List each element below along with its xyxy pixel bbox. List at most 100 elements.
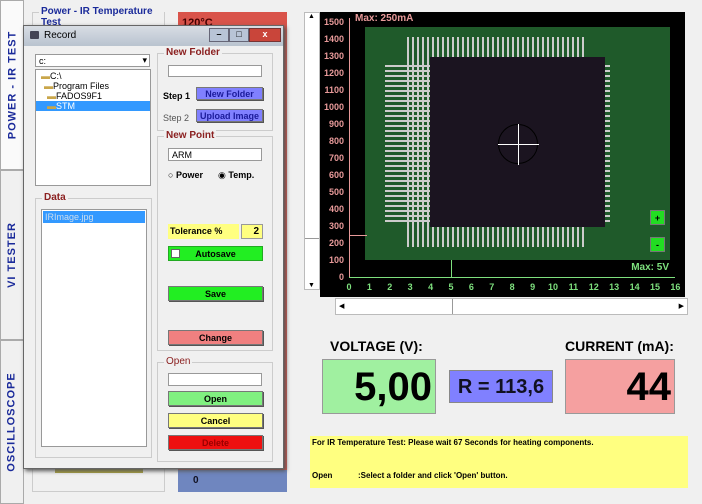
x-tick-label: 0 [346,282,352,292]
drive-value: c: [39,56,47,66]
y-tick-label: 100 [328,255,344,265]
current-label: CURRENT (mA): [565,338,674,354]
resistance-value: R = 113,6 [449,370,553,403]
x-axis [349,277,675,278]
record-dialog: Record – □ x c: ▾ ▬C:\ ▬Program Files ▬FA… [23,25,284,469]
blue-value: 0 [193,475,199,486]
x-tick-label: 13 [609,282,620,292]
save-button[interactable]: Save [168,286,263,301]
drive-select[interactable]: c: ▾ [35,54,150,67]
y-tick-label: 1500 [323,17,344,27]
data-list[interactable]: IRImage.jpg [41,209,147,447]
cancel-button[interactable]: Cancel [168,413,263,428]
tree-label: FADOS9F1 [56,91,103,101]
step1-label: Step 1 [163,91,191,101]
open-input[interactable] [168,373,262,386]
current-marker [349,234,367,236]
message-line: For IR Temperature Test: Please wait 67 … [312,438,594,447]
tab-oscilloscope[interactable]: OSCILLOSCOPE [0,340,24,504]
blue-value-box: 0 [178,470,287,492]
voltage-marker [451,260,452,277]
change-button[interactable]: Change [168,330,263,345]
scroll-thumb[interactable] [305,238,319,239]
new-folder-button[interactable]: New Folder [196,87,263,100]
tree-item-selected[interactable]: ▬STM [36,101,150,111]
x-tick-label: 7 [489,282,495,292]
radio-label: Power [175,170,203,180]
tree-label: C:\ [50,71,62,81]
window-icon [30,31,39,39]
tab-label: POWER - IR TEST [6,30,18,140]
y-tick-label: 0 [338,272,344,282]
x-tick-label: 15 [649,282,660,292]
x-tick-label: 8 [509,282,515,292]
maximize-button[interactable]: □ [229,28,249,42]
chevron-down-icon: ▾ [142,55,147,65]
zoom-out-button[interactable]: - [650,237,665,252]
upload-image-button[interactable]: Upload Image [196,109,263,122]
autosave-label: Autosave [195,248,236,259]
close-button[interactable]: x [249,28,281,42]
tree-item[interactable]: ▬Program Files [39,81,147,91]
new-folder-input[interactable] [168,65,262,77]
point-name-input[interactable]: ARM [168,148,262,161]
folder-icon: ▬ [47,91,56,101]
folder-icon: ▬ [47,101,56,111]
vertical-scrollbar[interactable]: ▲ ▼ [304,12,320,290]
y-tick-label: 200 [328,238,344,248]
radio-power[interactable]: ○ Power [168,170,203,180]
voltage-label: VOLTAGE (V): [330,338,423,354]
new-folder-group: New Folder Step 1 New Folder Step 2 Uplo… [157,47,273,131]
horizontal-scrollbar[interactable]: ◀ ▶ [335,298,688,315]
y-tick-label: 300 [328,221,344,231]
tolerance-input[interactable]: 2 [241,224,263,239]
scroll-up-icon[interactable]: ▲ [308,13,315,20]
x-tick-label: 12 [588,282,599,292]
scroll-down-icon[interactable]: ▼ [308,282,315,289]
tab-vi-tester[interactable]: VI TESTER [0,170,24,340]
x-tick-label: 1 [366,282,372,292]
tab-label: OSCILLOSCOPE [6,372,18,472]
x-tick-label: 10 [547,282,558,292]
folder-icon: ▬ [44,81,53,91]
x-tick-label: 16 [670,282,681,292]
checkbox-icon [171,249,180,258]
tree-item[interactable]: ▬C:\ [39,71,147,81]
open-group: Open Open Cancel Delete [157,356,273,462]
y-tick-label: 600 [328,170,344,180]
scroll-right-icon[interactable]: ▶ [679,302,684,310]
crosshair-v [518,124,519,165]
x-tick-label: 9 [530,282,536,292]
group-title: New Point [164,130,217,141]
delete-button[interactable]: Delete [168,435,263,450]
y-tick-label: 1300 [323,51,344,61]
scroll-left-icon[interactable]: ◀ [339,302,344,310]
radio-temp[interactable]: ◉ Temp. [218,170,254,181]
y-tick-label: 900 [328,119,344,129]
tree-item[interactable]: ▬FADOS9F1 [39,91,147,101]
y-tick-label: 1400 [323,34,344,44]
tree-label: Program Files [53,81,110,91]
minimize-button[interactable]: – [209,28,229,42]
scroll-thumb[interactable] [346,299,453,314]
tab-power-ir-test[interactable]: POWER - IR TEST [0,0,24,170]
list-item[interactable]: IRImage.jpg [43,211,145,223]
y-axis [349,18,350,278]
folder-icon: ▬ [41,71,50,81]
radio-label: Temp. [228,170,255,180]
open-button[interactable]: Open [168,391,263,406]
folder-tree[interactable]: ▬C:\ ▬Program Files ▬FADOS9F1 ▬STM [35,69,151,186]
x-tick-label: 4 [428,282,434,292]
autosave-checkbox[interactable]: Autosave [168,246,263,261]
group-title: Open [164,356,193,367]
x-tick-label: 6 [468,282,474,292]
zoom-in-button[interactable]: + [650,210,665,225]
dialog-title: Record [44,30,77,41]
tree-label: STM [56,101,75,111]
y-tick-label: 400 [328,204,344,214]
tolerance-label: Tolerance % [168,224,239,239]
x-tick-label: 11 [568,282,579,292]
message-panel: For IR Temperature Test: Please wait 67 … [310,436,688,488]
current-value: 44 [565,359,675,414]
message-text: :Select a folder and click 'Open' button… [358,471,508,480]
